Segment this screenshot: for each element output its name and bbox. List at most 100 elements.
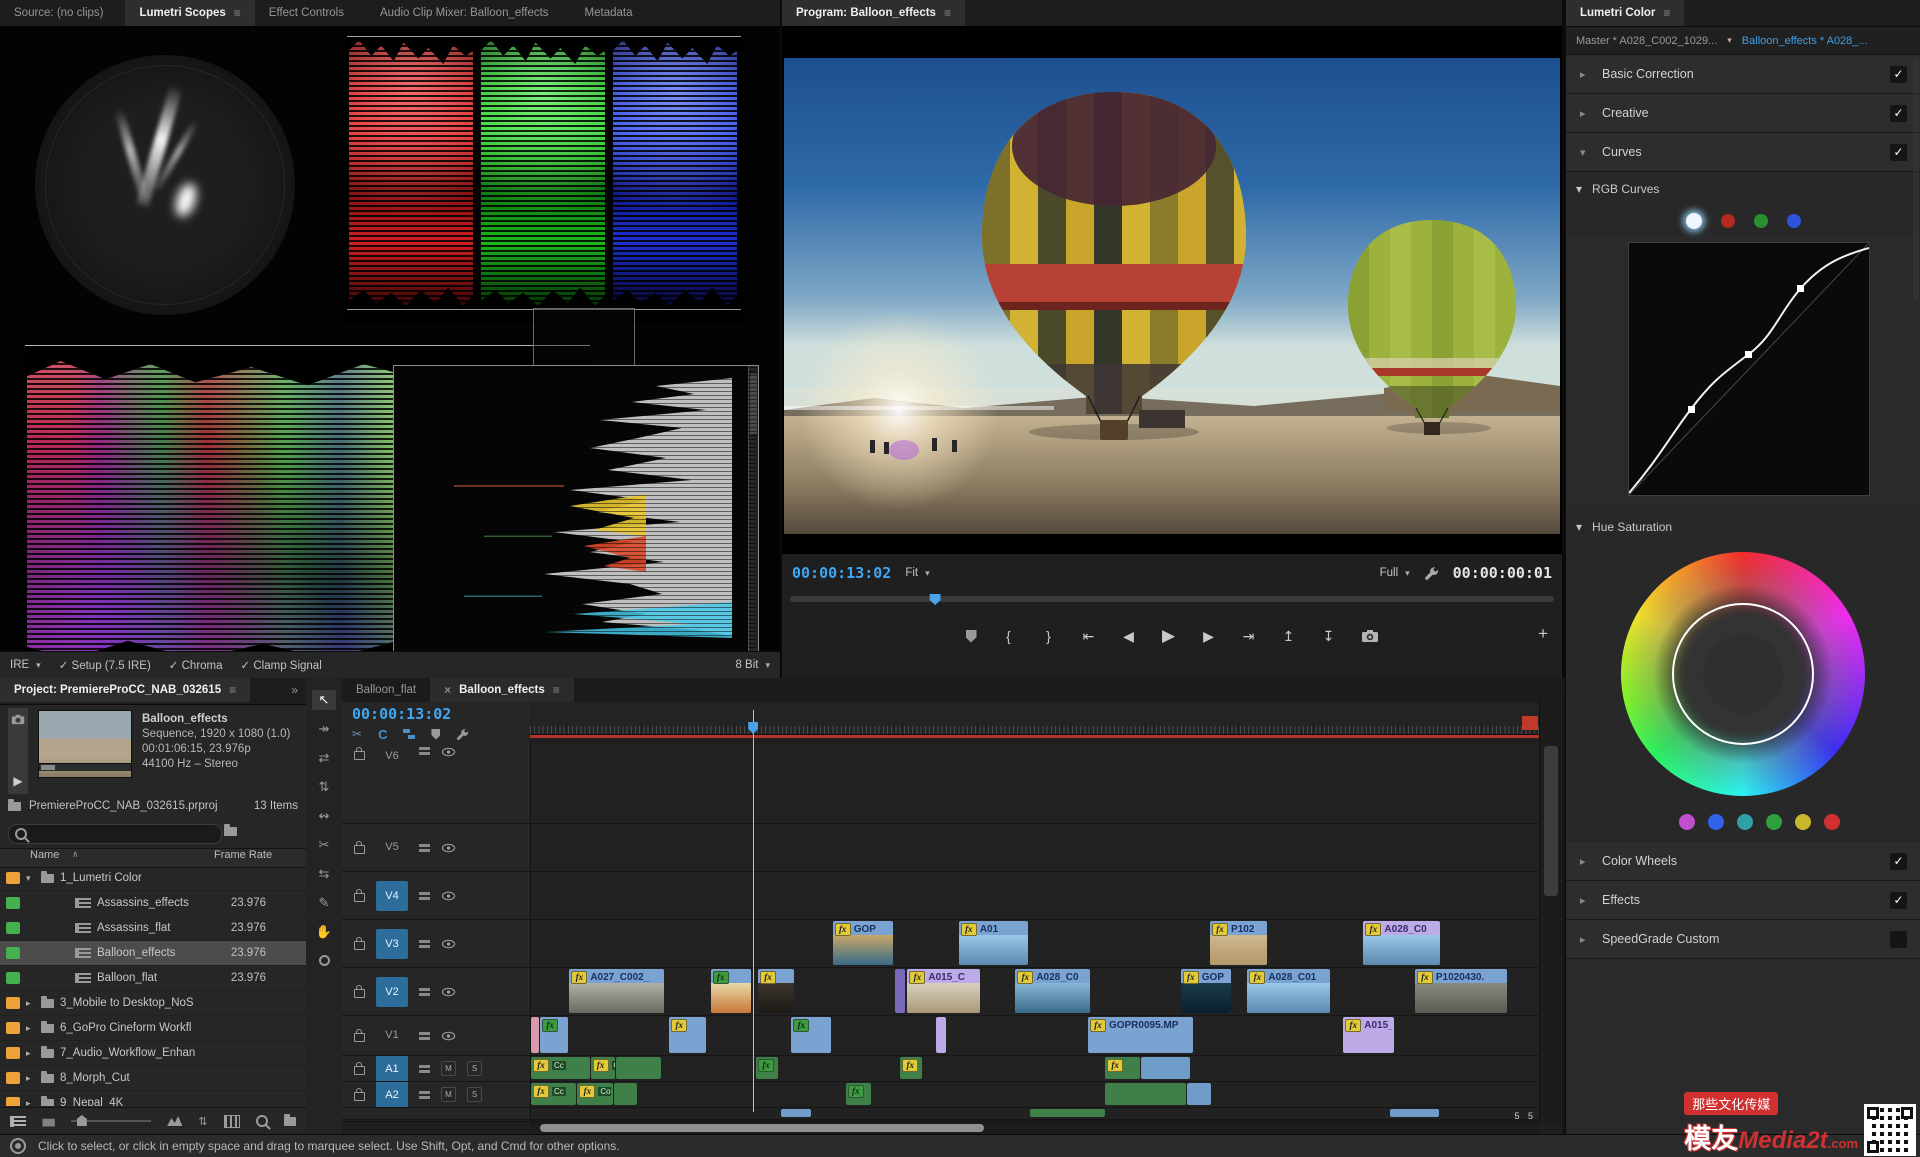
timeline-clip[interactable] <box>1030 1109 1106 1117</box>
source-patch-icon[interactable] <box>419 1090 430 1099</box>
timeline-clip[interactable]: fx P102 <box>1210 921 1267 965</box>
section-basic-correction[interactable]: ▸ Basic Correction ✓ <box>1566 55 1920 94</box>
project-item[interactable]: Balloon_flat 23.976 <box>0 966 306 991</box>
curve-point[interactable] <box>1745 351 1752 358</box>
section-enable-checkbox[interactable]: ✓ <box>1890 104 1907 122</box>
hue-swatch[interactable] <box>1708 814 1724 830</box>
eye-toggle-icon[interactable] <box>441 1031 456 1041</box>
track-lane[interactable] <box>530 744 1540 824</box>
track-target-button[interactable]: A2 <box>376 1082 408 1107</box>
tab-program[interactable]: Program: Balloon_effects ≡ <box>782 0 965 26</box>
source-patch-icon[interactable] <box>419 891 430 900</box>
go-to-in-button[interactable]: ⇤ <box>1081 628 1097 645</box>
track-lane[interactable]: fx Cc fx Con <box>530 1082 1540 1108</box>
chevron-down-icon[interactable]: ▾ <box>1576 520 1582 534</box>
horizontal-scrollbar[interactable] <box>530 1122 1540 1134</box>
timeline-clip[interactable]: fx A015_C <box>907 969 980 1013</box>
search-bin-filter-icon[interactable] <box>224 824 237 836</box>
find-icon[interactable] <box>255 1115 268 1127</box>
snap-magnet-icon[interactable]: C <box>378 727 387 742</box>
track-target-button[interactable]: V1 <box>376 1026 408 1045</box>
source-patch-icon[interactable] <box>419 1064 430 1073</box>
subsection-rgb-curves[interactable]: ▾ RGB Curves <box>1566 172 1920 206</box>
hue-swatch[interactable] <box>1766 814 1782 830</box>
chevron-right-icon[interactable]: ▸ <box>1580 107 1590 120</box>
timeline-clip[interactable] <box>1186 1083 1212 1105</box>
project-item[interactable]: ▸ 8_Morph_Cut <box>0 1066 306 1091</box>
rgb-curve-editor[interactable] <box>1628 242 1870 496</box>
source-patch-icon[interactable] <box>419 843 430 852</box>
timeline-clip[interactable]: fx Cc <box>590 1057 615 1079</box>
expand-arrow[interactable]: ▸ <box>26 1098 35 1107</box>
curve-channel-dot[interactable] <box>1686 213 1702 229</box>
playhead-marker[interactable] <box>929 594 941 605</box>
chevron-down-icon[interactable]: ▾ <box>1727 35 1732 46</box>
curve-point[interactable] <box>1688 406 1695 413</box>
timeline-clip[interactable] <box>615 1057 662 1079</box>
timeline-clip[interactable]: fx <box>756 1057 779 1079</box>
panel-menu-icon[interactable]: ≡ <box>1663 0 1670 26</box>
nest-sequence-icon[interactable] <box>403 729 416 739</box>
panel-menu-icon[interactable]: ≡ <box>234 0 241 26</box>
hand-tool[interactable]: ✋ <box>312 922 336 942</box>
project-item[interactable]: Assassins_effects 23.976 <box>0 891 306 916</box>
source-patch-icon[interactable] <box>419 747 430 755</box>
label-color-chip[interactable] <box>6 922 20 934</box>
eye-toggle-icon[interactable] <box>441 843 456 853</box>
timeline-clip[interactable]: fx P1020430. <box>1414 969 1507 1013</box>
expand-arrow[interactable]: ▸ <box>26 1023 35 1034</box>
section-enable-checkbox[interactable]: ✓ <box>1890 852 1907 870</box>
timeline-clip[interactable]: fx <box>1105 1057 1141 1079</box>
label-color-chip[interactable] <box>6 1097 20 1106</box>
add-marker-icon[interactable] <box>965 629 977 643</box>
play-button[interactable]: ▶ <box>1161 626 1177 646</box>
collapse-panel-icon[interactable]: » <box>283 678 306 704</box>
selection-tool[interactable]: ↖ <box>312 690 336 710</box>
timeline-clip[interactable]: fx <box>758 969 795 1013</box>
mark-in-button[interactable]: { <box>1001 628 1017 644</box>
track-lane[interactable]: fx fx fx fx GOPR0095.MP fx A015_ <box>530 1016 1540 1056</box>
filmstrip-icon[interactable] <box>223 1114 240 1128</box>
timeline-clip[interactable] <box>895 969 906 1013</box>
slip-tool[interactable]: ⇆ <box>312 864 336 884</box>
pen-tool[interactable]: ✎ <box>312 893 336 913</box>
hue-swatch[interactable] <box>1824 814 1840 830</box>
timeline-clip[interactable]: fx A028_C0 <box>1015 969 1090 1013</box>
hue-swatch[interactable] <box>1795 814 1811 830</box>
track-lane[interactable]: fx GOP fx A01 fx P102 fx A028_C0 <box>530 920 1540 968</box>
project-item[interactable]: Balloon_effects 23.976 <box>0 941 306 966</box>
timeline-clip[interactable] <box>613 1083 637 1105</box>
poster-frame-camera-icon[interactable] <box>11 714 25 725</box>
timeline-clip[interactable]: fx A01 <box>958 921 1029 965</box>
step-back-button[interactable]: ◀ <box>1121 628 1137 645</box>
project-item[interactable]: ▸ 6_GoPro Cineform Workfl <box>0 1016 306 1041</box>
label-color-chip[interactable] <box>6 872 20 884</box>
tab-balloon-effects[interactable]: × Balloon_effects ≡ <box>430 678 574 702</box>
timeline-clip[interactable]: fx <box>669 1017 706 1053</box>
curve-channel-dot[interactable] <box>1721 214 1735 228</box>
automate-to-sequence-icon[interactable] <box>167 1116 183 1126</box>
vertical-scrollbar[interactable] <box>1539 702 1562 1122</box>
mark-out-button[interactable]: } <box>1041 628 1057 644</box>
project-item[interactable]: ▾ 1_Lumetri Color <box>0 866 306 891</box>
zoom-tool[interactable] <box>312 951 336 971</box>
label-color-chip[interactable] <box>6 897 20 909</box>
list-view-icon[interactable] <box>10 1115 27 1127</box>
scrollbar[interactable] <box>748 366 758 652</box>
panel-menu-icon[interactable]: ≡ <box>944 0 951 26</box>
section-effects[interactable]: ▸ Effects ✓ <box>1566 881 1920 920</box>
timeline-clip[interactable] <box>1105 1083 1186 1105</box>
label-color-chip[interactable] <box>6 1047 20 1059</box>
timeline-clip[interactable]: fx A027_C002_ <box>569 969 665 1013</box>
panel-tab[interactable]: Metadata <box>571 0 655 26</box>
lock-icon[interactable] <box>354 1029 365 1042</box>
panel-tab[interactable]: Source: (no clips) <box>0 0 125 26</box>
track-header[interactable]: V6 <box>342 744 530 824</box>
timeline-clip[interactable]: fx Con <box>577 1083 613 1105</box>
timeline-clip[interactable]: fx GOP <box>832 921 894 965</box>
expand-arrow[interactable]: ▾ <box>26 873 35 884</box>
eye-toggle-icon[interactable] <box>441 747 456 757</box>
section-speedgrade-custom[interactable]: ▸ SpeedGrade Custom <box>1566 920 1920 959</box>
razor-tool[interactable]: ✂ <box>312 835 336 855</box>
lock-icon[interactable] <box>354 889 365 902</box>
